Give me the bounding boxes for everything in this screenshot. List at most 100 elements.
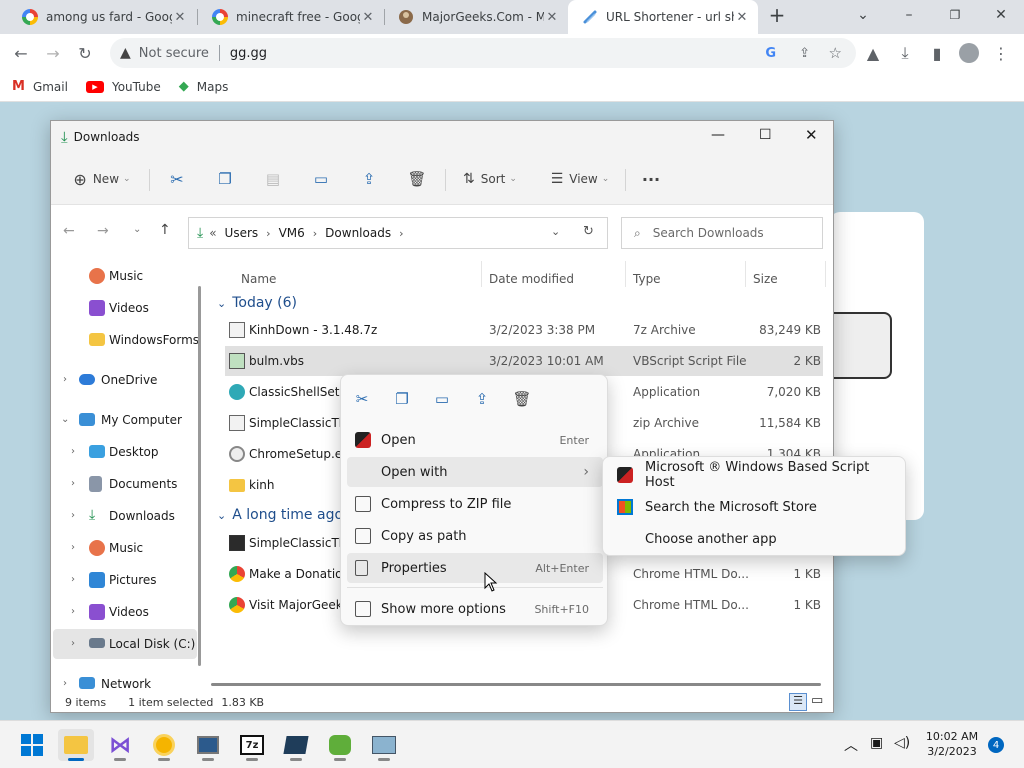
taskbar-file-explorer[interactable]	[58, 729, 94, 761]
nav-item-onedrive[interactable]: › OneDrive	[51, 365, 201, 395]
volume-icon[interactable]: ◁)	[894, 735, 910, 751]
tab-majorgeeks[interactable]: MajorGeeks.Com - Maj ✕	[384, 0, 568, 34]
taskbar-chrome[interactable]	[146, 729, 182, 761]
nav-item-network[interactable]: › Network	[51, 669, 201, 691]
nav-item-music-2[interactable]: › Music	[51, 533, 201, 563]
close-icon[interactable]: ✕	[172, 10, 188, 25]
extensions-icon[interactable]: ▲	[858, 38, 888, 68]
download-icon[interactable]: ⤓	[890, 38, 920, 68]
start-button[interactable]	[14, 729, 50, 761]
close-icon[interactable]: ✕	[360, 10, 376, 25]
menu-icon[interactable]: ⋮	[986, 38, 1016, 68]
up-button[interactable]: ↑	[159, 222, 171, 238]
share-icon[interactable]: ⇪	[469, 387, 495, 411]
nav-item-my-computer[interactable]: ⌄ My Computer	[51, 405, 201, 435]
bookmark-star-icon[interactable]: ☆	[829, 44, 842, 62]
notification-badge[interactable]: 4	[988, 737, 1004, 753]
menu-item-open-with[interactable]: Open with ›	[347, 457, 603, 487]
nav-item-windowsforms[interactable]: WindowsForms	[51, 325, 201, 355]
copy-icon[interactable]: ❐	[389, 387, 415, 411]
column-header-size[interactable]: Size	[753, 267, 778, 291]
column-header-date[interactable]: Date modified	[489, 267, 574, 291]
submenu-item-choose-app[interactable]: Choose another app	[607, 524, 903, 554]
tab-minecraft[interactable]: minecraft free - Googl ✕	[198, 0, 384, 34]
url-text[interactable]: gg.gg	[230, 46, 267, 61]
back-button[interactable]: ←	[6, 38, 36, 68]
bookmark-youtube[interactable]: ▶ YouTube	[85, 80, 161, 94]
more-options-button[interactable]: ···	[635, 163, 667, 195]
nav-item-music[interactable]: Music	[51, 261, 201, 291]
web-page-button[interactable]	[826, 312, 892, 379]
taskbar-7zip[interactable]: 7z	[234, 729, 270, 761]
tab-search-icon[interactable]: ⌄	[840, 0, 886, 30]
chevron-right-icon[interactable]: ›	[71, 542, 75, 553]
menu-item-copy-as-path[interactable]: Copy as path	[347, 521, 603, 551]
menu-item-properties[interactable]: Properties Alt+Enter	[347, 553, 603, 583]
close-window-button[interactable]: ✕	[978, 0, 1024, 30]
share-icon[interactable]: ⇪	[353, 163, 385, 195]
paste-icon[interactable]: ▤	[257, 163, 289, 195]
chevron-up-icon[interactable]: ︿	[844, 735, 858, 755]
chevron-right-icon[interactable]: ›	[71, 638, 75, 649]
close-button[interactable]: ✕	[805, 126, 818, 144]
security-label[interactable]: Not secure	[139, 46, 209, 61]
reload-button[interactable]: ↻	[70, 38, 100, 68]
table-row[interactable]: KinhDown - 3.1.48.7z 3/2/2023 3:38 PM 7z…	[225, 315, 823, 345]
search-input[interactable]: ⌕ Search Downloads	[621, 217, 823, 249]
rename-icon[interactable]: ▭	[429, 387, 455, 411]
chevron-right-icon[interactable]: ›	[71, 478, 75, 489]
taskbar-app-7[interactable]	[322, 729, 358, 761]
recent-locations-icon[interactable]: ⌄	[133, 224, 141, 235]
column-header-name[interactable]: Name	[241, 267, 276, 291]
clock[interactable]: 10:02 AM 3/2/2023	[918, 729, 986, 759]
minimize-button[interactable]: –	[886, 0, 932, 30]
new-button[interactable]: ⊕ New ⌄	[67, 163, 137, 195]
taskbar-app-4[interactable]	[190, 729, 226, 761]
nav-item-local-disk[interactable]: › Local Disk (C:)	[53, 629, 197, 659]
bookmark-gmail[interactable]: M Gmail	[12, 79, 68, 94]
refresh-icon[interactable]: ↻	[583, 224, 594, 239]
view-button[interactable]: ☰ View ⌄	[545, 163, 615, 195]
warning-icon[interactable]: ▲	[120, 45, 131, 61]
menu-item-open[interactable]: Open Enter	[347, 425, 603, 455]
menu-item-show-more-options[interactable]: Show more options Shift+F10	[347, 594, 603, 624]
horizontal-scrollbar[interactable]	[211, 683, 821, 686]
menu-item-compress-zip[interactable]: Compress to ZIP file	[347, 489, 603, 519]
minimize-button[interactable]: —	[711, 127, 725, 143]
submenu-item-microsoft-store[interactable]: Search the Microsoft Store	[607, 492, 903, 522]
network-tray-icon[interactable]: ▣	[870, 735, 883, 751]
chevron-right-icon[interactable]: ›	[71, 510, 75, 521]
breadcrumb-downloads[interactable]: Downloads	[325, 226, 391, 240]
nav-item-pictures[interactable]: › Pictures	[51, 565, 201, 595]
table-row-selected[interactable]: bulm.vbs 3/2/2023 10:01 AM VBScript Scri…	[225, 346, 823, 376]
restore-button[interactable]: ❐	[932, 0, 978, 30]
rename-icon[interactable]: ▭	[305, 163, 337, 195]
breadcrumb-vm6[interactable]: VM6	[279, 226, 305, 240]
address-dropdown-icon[interactable]: ⌄	[551, 225, 560, 238]
taskbar-app-8[interactable]	[366, 729, 402, 761]
nav-item-documents[interactable]: › Documents	[51, 469, 201, 499]
sort-button[interactable]: ⇅ Sort ⌄	[455, 163, 525, 195]
copy-icon[interactable]: ❐	[209, 163, 241, 195]
chevron-right-icon[interactable]: ›	[71, 446, 75, 457]
details-view-icon[interactable]: ☰	[789, 693, 807, 711]
tab-url-shortener[interactable]: URL Shortener - url sh ✕	[568, 0, 758, 34]
overflow-crumb[interactable]: «	[209, 226, 216, 240]
submenu-item-script-host[interactable]: Microsoft ® Windows Based Script Host	[607, 460, 903, 490]
nav-item-downloads[interactable]: › ⤓ Downloads	[51, 501, 201, 531]
side-panel-icon[interactable]: ▮	[922, 38, 952, 68]
close-icon[interactable]: ✕	[734, 10, 750, 25]
taskbar-app-6[interactable]	[278, 729, 314, 761]
nav-item-desktop[interactable]: › Desktop	[51, 437, 201, 467]
share-icon[interactable]: ⇪	[799, 46, 810, 61]
forward-button[interactable]: →	[97, 223, 109, 239]
new-tab-button[interactable]: +	[762, 0, 792, 30]
omnibox[interactable]: ▲ Not secure gg.gg G ⇪ ☆	[110, 38, 856, 68]
back-button[interactable]: ←	[63, 223, 75, 239]
cut-icon[interactable]: ✂	[349, 387, 375, 411]
forward-button[interactable]: →	[38, 38, 68, 68]
nav-item-videos-2[interactable]: › Videos	[51, 597, 201, 627]
bookmark-maps[interactable]: ◆ Maps	[179, 79, 229, 94]
close-icon[interactable]: ✕	[544, 10, 560, 25]
chevron-right-icon[interactable]: ›	[63, 374, 67, 385]
